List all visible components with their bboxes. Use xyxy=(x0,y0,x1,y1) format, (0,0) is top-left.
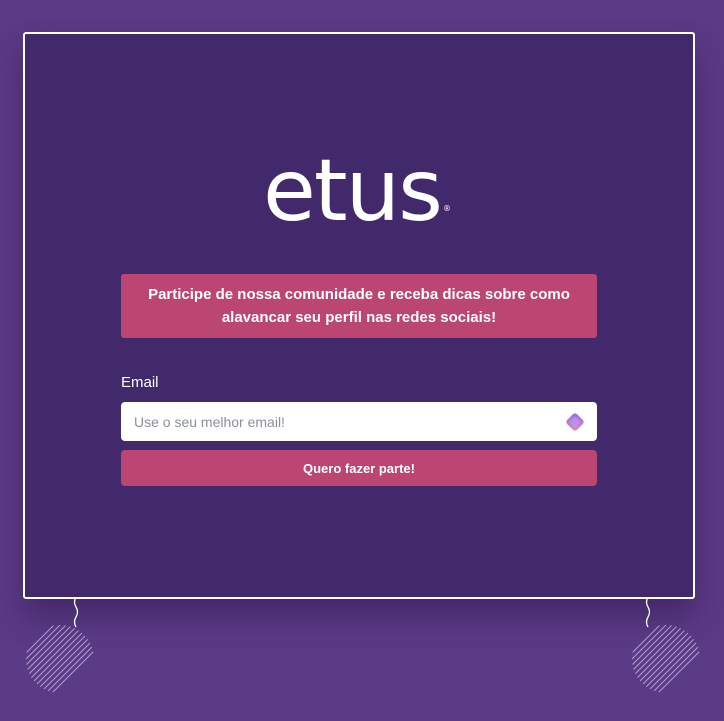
striped-ball-icon xyxy=(26,625,94,693)
etus-logo: etus ® xyxy=(263,146,451,236)
submit-button[interactable]: Quero fazer parte! xyxy=(121,450,597,486)
email-field-wrapper xyxy=(121,402,597,441)
email-input[interactable] xyxy=(121,402,551,441)
newsletter-banner: Participe de nossa comunidade e receba d… xyxy=(121,274,597,338)
wavy-string-icon xyxy=(73,597,79,628)
striped-ball-left-decoration xyxy=(26,597,94,693)
newsletter-card: etus ® Participe de nossa comunidade e re… xyxy=(23,32,695,599)
striped-ball-right-decoration xyxy=(632,597,700,693)
banner-message: Participe de nossa comunidade e receba d… xyxy=(148,286,570,326)
email-label: Email xyxy=(121,374,159,391)
registered-mark: ® xyxy=(442,204,451,213)
diamond-extension-icon[interactable] xyxy=(563,410,587,434)
striped-ball-icon xyxy=(632,625,700,693)
wavy-string-icon xyxy=(645,597,651,628)
logo-text: etus xyxy=(263,141,443,241)
